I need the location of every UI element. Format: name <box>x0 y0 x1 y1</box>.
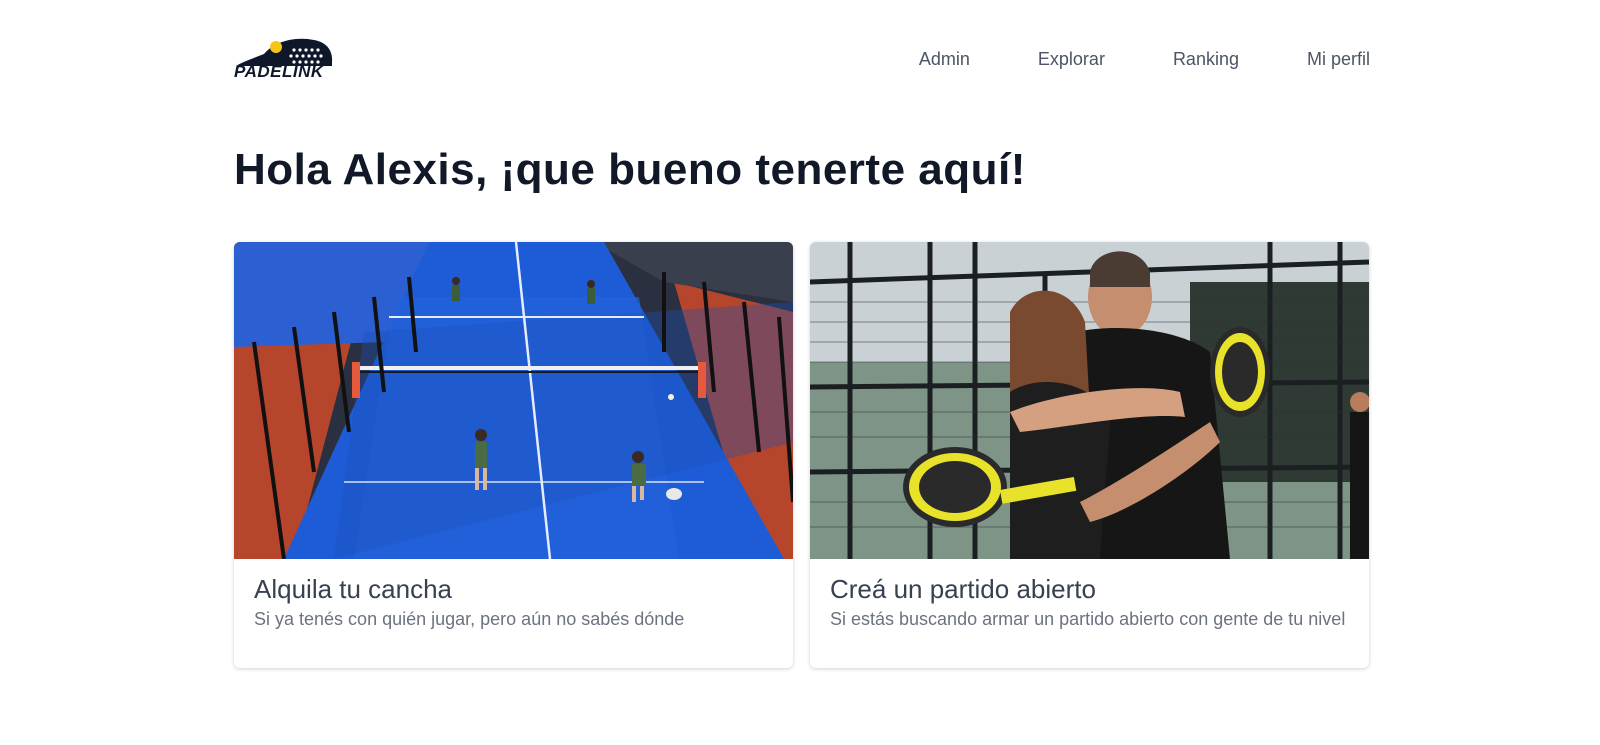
card-description: Si estás buscando armar un partido abier… <box>830 609 1346 629</box>
top-header: PADELINK Admin Explorar Ranking Mi perfi… <box>234 0 1370 120</box>
card-create-match[interactable]: Creá un partido abierto Si estás buscand… <box>810 242 1369 668</box>
padelink-logo[interactable]: PADELINK <box>234 36 334 84</box>
nav-item-ranking[interactable]: Ranking <box>1173 48 1239 70</box>
page-container: PADELINK Admin Explorar Ranking Mi perfi… <box>234 0 1370 668</box>
nav-item-admin[interactable]: Admin <box>919 48 970 70</box>
page-greeting: Hola Alexis, ¡que bueno tenerte aquí! <box>234 145 1026 194</box>
nav-item-mi-perfil[interactable]: Mi perfil <box>1307 48 1370 70</box>
padel-court-aerial-image <box>234 242 793 559</box>
card-title: Creá un partido abierto <box>830 574 1096 604</box>
card-body: Alquila tu cancha Si ya tenés con quién … <box>234 559 793 631</box>
card-title: Alquila tu cancha <box>254 574 453 604</box>
brand-name: PADELINK <box>234 62 324 81</box>
main-nav: Admin Explorar Ranking Mi perfil <box>919 48 1370 70</box>
card-description: Si ya tenés con quién jugar, pero aún no… <box>254 609 685 629</box>
action-cards: Alquila tu cancha Si ya tenés con quién … <box>234 242 1369 668</box>
nav-item-explorar[interactable]: Explorar <box>1038 48 1105 70</box>
players-hugging-image <box>810 242 1369 559</box>
card-body: Creá un partido abierto Si estás buscand… <box>810 559 1369 631</box>
card-rent-court[interactable]: Alquila tu cancha Si ya tenés con quién … <box>234 242 793 668</box>
